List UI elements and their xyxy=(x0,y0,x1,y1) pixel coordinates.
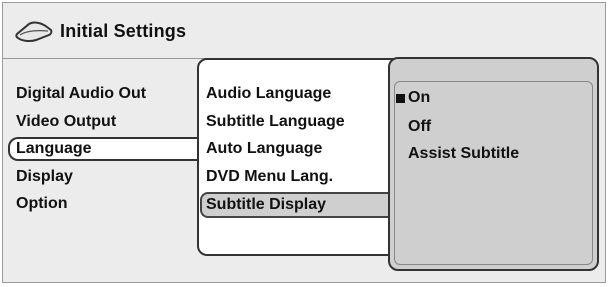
menu-item-video-output[interactable]: Video Output xyxy=(16,111,116,133)
submenu-item-auto-language[interactable]: Auto Language xyxy=(206,138,322,160)
option-off[interactable]: Off xyxy=(408,116,431,138)
submenu-item-subtitle-display[interactable]: Subtitle Display xyxy=(206,194,326,216)
submenu-item-subtitle-language[interactable]: Subtitle Language xyxy=(206,111,345,133)
option-on[interactable]: On xyxy=(408,87,430,109)
submenu-item-dvd-menu-lang[interactable]: DVD Menu Lang. xyxy=(206,166,333,188)
menu-item-option[interactable]: Option xyxy=(16,193,68,215)
selected-bullet-icon xyxy=(396,94,405,103)
option-assist-subtitle[interactable]: Assist Subtitle xyxy=(408,143,519,165)
header: Initial Settings xyxy=(14,18,186,44)
page-title: Initial Settings xyxy=(60,20,187,41)
menu-item-digital-audio-out[interactable]: Digital Audio Out xyxy=(16,83,146,105)
submenu-item-audio-language[interactable]: Audio Language xyxy=(206,83,331,105)
disc-icon xyxy=(15,21,53,43)
menu-item-language[interactable]: Language xyxy=(16,138,92,160)
menu-item-display[interactable]: Display xyxy=(16,166,73,188)
